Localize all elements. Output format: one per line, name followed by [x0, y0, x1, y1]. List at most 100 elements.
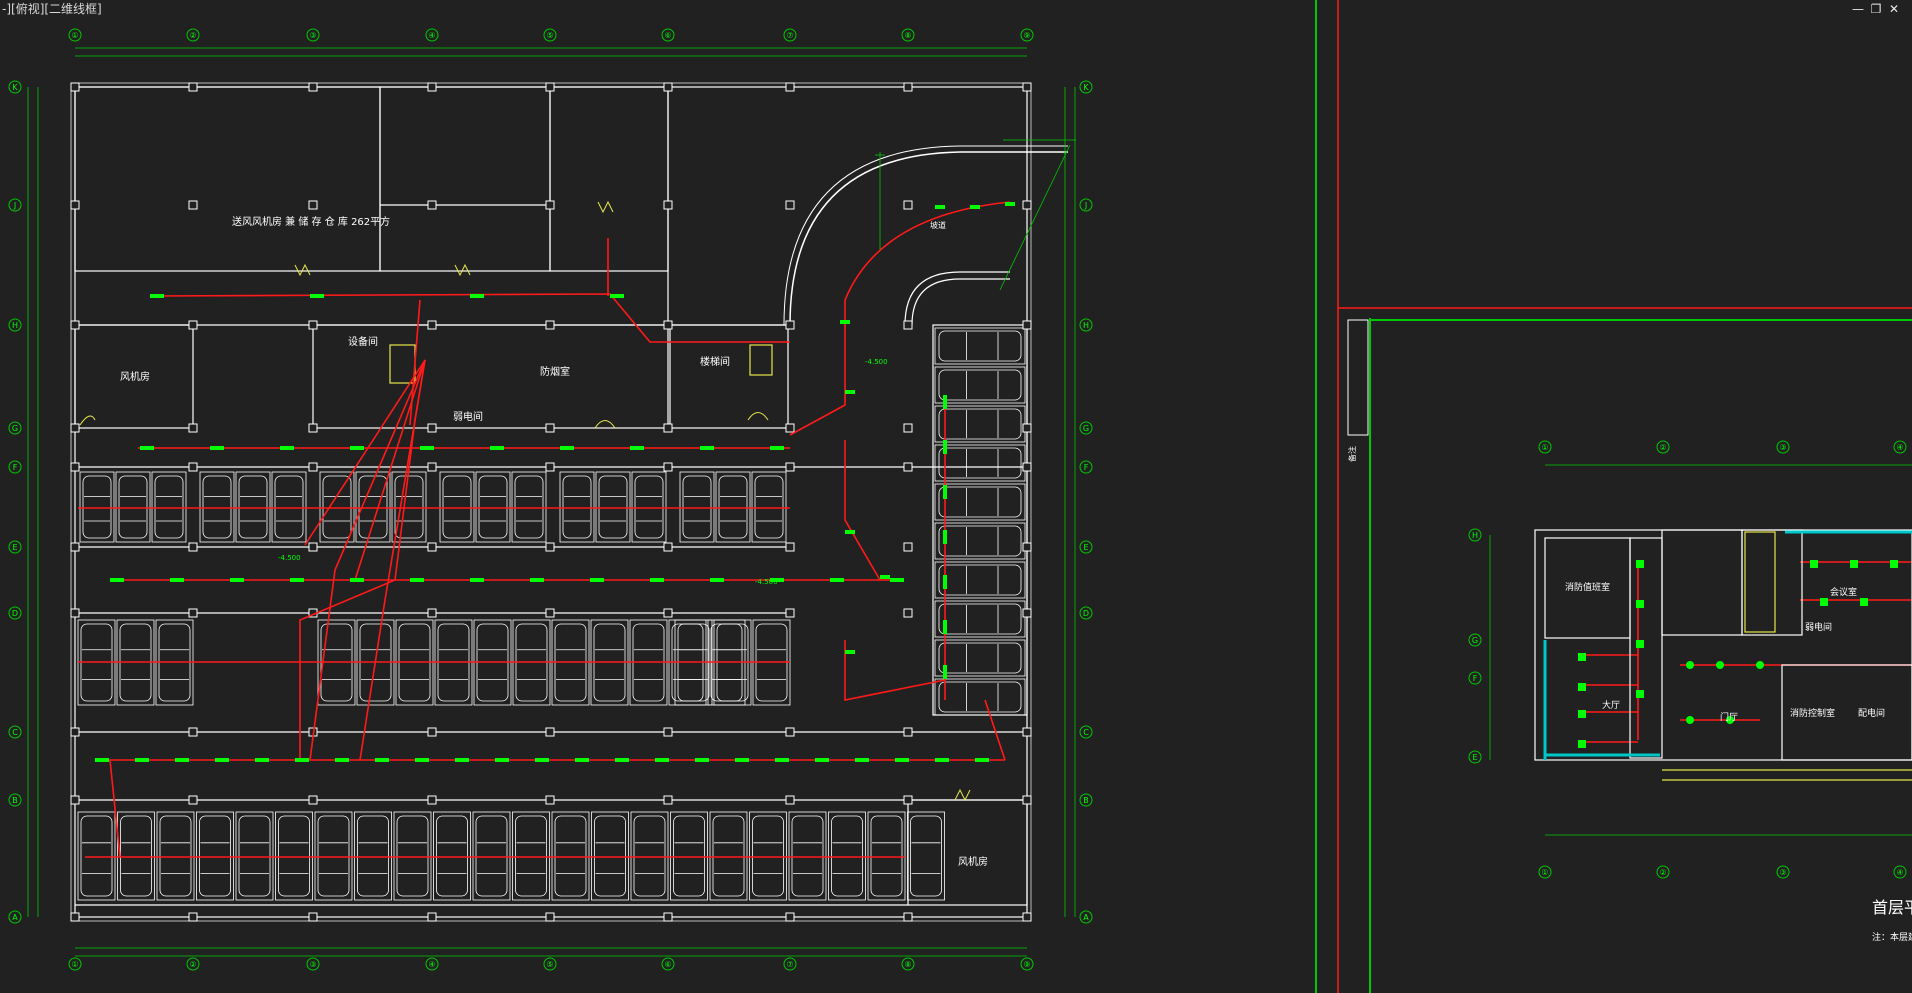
light-fixture — [970, 205, 980, 209]
column — [427, 608, 437, 618]
grid-bubble: ① — [68, 957, 82, 971]
svg-text:E: E — [12, 543, 17, 552]
grid-bubble: J — [8, 198, 22, 212]
grid-bubble: F — [1468, 671, 1482, 685]
light-fixture — [170, 578, 184, 582]
light-fixture — [175, 758, 189, 762]
grid-bubble: ④ — [425, 28, 439, 42]
column — [663, 423, 673, 433]
light-fixture — [630, 446, 644, 450]
svg-text:②: ② — [1659, 868, 1666, 877]
column — [545, 727, 555, 737]
svg-text:②: ② — [189, 31, 196, 40]
svg-text:B: B — [12, 796, 18, 805]
svg-text:G: G — [1083, 424, 1089, 433]
viewport-label[interactable]: -][俯视][二维线框] — [2, 0, 102, 17]
room-label-fan-left: 风机房 — [120, 370, 150, 383]
column — [308, 423, 318, 433]
light-fixture — [295, 758, 309, 762]
light-fixture — [1578, 653, 1586, 661]
door-swings — [79, 200, 971, 802]
column — [188, 462, 198, 472]
light-fixture — [415, 758, 429, 762]
parking-stall — [235, 811, 274, 901]
svg-text:F: F — [1473, 674, 1478, 683]
parking-stall — [934, 327, 1026, 365]
column — [545, 608, 555, 618]
minimize-icon[interactable]: — — [1850, 1, 1866, 17]
elevation-label-3: -4.500 — [755, 578, 778, 586]
column — [188, 727, 198, 737]
grid-bubble: D — [8, 606, 22, 620]
room-label-equipment: 设备间 — [348, 335, 378, 348]
light-fixture — [95, 758, 109, 762]
column — [903, 320, 913, 330]
restore-icon[interactable]: ❐ — [1868, 1, 1884, 17]
light-fixture — [943, 575, 947, 589]
svg-text:K: K — [1083, 83, 1089, 92]
light-fixture — [590, 578, 604, 582]
grid-bubble: ⑧ — [901, 957, 915, 971]
column — [427, 462, 437, 472]
column — [663, 727, 673, 737]
parking-stall — [631, 471, 667, 543]
svg-text:⑤: ⑤ — [546, 31, 553, 40]
light-fixture — [830, 578, 844, 582]
svg-text:C: C — [12, 728, 18, 737]
grid-bubble: ⑤ — [543, 957, 557, 971]
light-fixture — [1686, 661, 1694, 669]
column — [188, 542, 198, 552]
column — [545, 795, 555, 805]
parking-stall — [271, 471, 307, 543]
grid-bubble: B — [8, 793, 22, 807]
svg-text:H: H — [1472, 531, 1478, 540]
room-label-big: 送风风机房 兼 储 存 仓 库 262平方 — [232, 215, 390, 228]
close-icon[interactable]: ✕ — [1886, 1, 1902, 17]
parking-stall — [115, 471, 151, 543]
grid-bubble: ⑨ — [1020, 28, 1034, 42]
light-fixture — [935, 758, 949, 762]
light-fixture — [1756, 661, 1764, 669]
grid-bubble: ⑨ — [1020, 957, 1034, 971]
grid-bubble: E — [1079, 540, 1093, 554]
light-fixture — [1850, 560, 1858, 568]
svg-text:B: B — [1083, 796, 1089, 805]
light-fixture — [815, 758, 829, 762]
column — [70, 462, 80, 472]
elevation-label-1: -4.500 — [865, 358, 888, 366]
grid-bubble: ② — [1656, 865, 1670, 879]
light-fixture — [530, 578, 544, 582]
light-fixture — [770, 446, 784, 450]
column — [903, 795, 913, 805]
parking-stall — [749, 811, 787, 901]
light-fixture — [150, 294, 164, 298]
room-label-corridor: 防烟室 — [540, 365, 570, 378]
light-fixture — [535, 758, 549, 762]
cad-viewport[interactable]: ① ② ③ ④ ⑤ ⑥ ⑦ ⑧ ⑨ ① ② ③ ④ ⑤ ⑥ ⑦ ⑧ ⑨ K J H G F E D C B A K J H G F E D C B A ① ②… — [0, 0, 1912, 993]
svg-text:H: H — [1083, 321, 1089, 330]
light-fixture — [1636, 600, 1644, 608]
grid-bubble: C — [8, 725, 22, 739]
light-fixture — [895, 758, 909, 762]
column — [308, 200, 318, 210]
parking-stall — [354, 811, 392, 901]
column — [308, 795, 318, 805]
column — [188, 200, 198, 210]
column — [70, 912, 80, 922]
grid-bubble: ② — [186, 957, 200, 971]
grid-bubble: E — [8, 540, 22, 554]
light-fixture — [215, 758, 229, 762]
svg-text:⑧: ⑧ — [904, 960, 911, 969]
parking-stall — [79, 471, 115, 543]
grid-bubble: ④ — [1893, 440, 1907, 454]
grid-bubble: A — [1079, 910, 1093, 924]
column — [188, 320, 198, 330]
drawing-canvas[interactable]: ① ② ③ ④ ⑤ ⑥ ⑦ ⑧ ⑨ ① ② ③ ④ ⑤ ⑥ ⑦ ⑧ ⑨ K J H G F E D C B A K J H G F E D C B A ① ②… — [0, 0, 1912, 993]
light-fixture — [710, 578, 724, 582]
grid-bubble: ⑤ — [543, 28, 557, 42]
svg-text:③: ③ — [309, 960, 316, 969]
grid-bubble: ④ — [1893, 865, 1907, 879]
light-fixture — [560, 446, 574, 450]
column — [70, 727, 80, 737]
parking-stall — [934, 678, 1026, 716]
